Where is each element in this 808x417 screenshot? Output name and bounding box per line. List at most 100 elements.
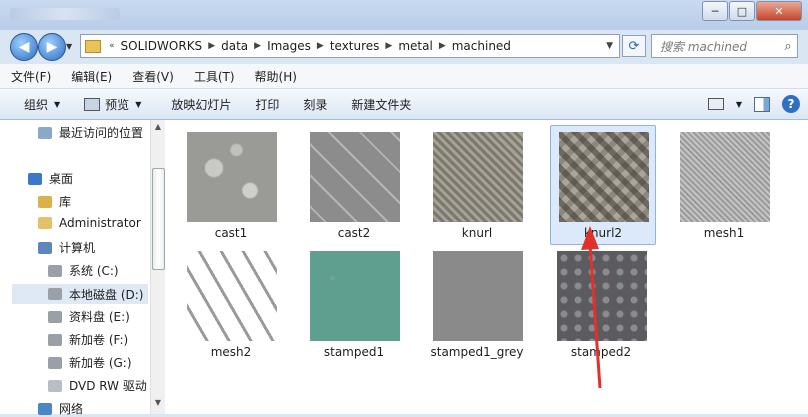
file-item[interactable]: stamped2 bbox=[549, 245, 653, 363]
file-item-selected[interactable]: knurl2 bbox=[550, 125, 656, 245]
sidebar-item-network[interactable]: 网络 bbox=[38, 400, 83, 417]
sidebar-item-computer[interactable]: 计算机 bbox=[38, 239, 95, 256]
sidebar-item-label: 资料盘 (E:) bbox=[69, 310, 130, 324]
maximize-button[interactable]: □ bbox=[729, 1, 755, 21]
desktop-icon bbox=[28, 172, 42, 185]
preview-label: 预览 bbox=[105, 97, 130, 112]
recent-places-icon bbox=[38, 126, 52, 139]
file-item[interactable]: stamped1_grey bbox=[425, 245, 529, 363]
file-item[interactable]: mesh1 bbox=[672, 126, 776, 244]
slideshow-button[interactable]: 放映幻灯片 bbox=[153, 89, 243, 119]
sidebar-item-label: 新加卷 (G:) bbox=[69, 356, 132, 370]
sidebar-item-drive-f[interactable]: 新加卷 (F:) bbox=[48, 331, 128, 348]
user-folder-icon bbox=[38, 217, 52, 229]
sidebar-item-desktop[interactable]: 桌面 bbox=[28, 170, 73, 187]
scroll-up-icon[interactable]: ▲ bbox=[152, 122, 164, 136]
file-name: cast2 bbox=[337, 226, 371, 240]
network-icon bbox=[38, 402, 52, 415]
folder-icon bbox=[85, 39, 101, 53]
menu-edit[interactable]: 编辑(E) bbox=[60, 68, 121, 85]
preview-pane-icon[interactable] bbox=[754, 96, 770, 112]
file-name: knurl2 bbox=[583, 226, 623, 240]
address-dropdown[interactable]: ▼ bbox=[600, 41, 619, 51]
breadcrumb-machined[interactable]: machined bbox=[448, 39, 515, 53]
minimize-button[interactable]: ─ bbox=[702, 1, 728, 21]
sidebar-item-label: 新加卷 (F:) bbox=[69, 333, 129, 347]
drive-icon bbox=[48, 288, 62, 300]
breadcrumb-images[interactable]: Images bbox=[263, 39, 315, 53]
breadcrumb-separator[interactable]: ▶ bbox=[437, 41, 448, 51]
change-view-icon[interactable] bbox=[707, 98, 724, 110]
library-icon bbox=[38, 195, 52, 208]
chevron-down-icon: ▼ bbox=[54, 99, 61, 109]
file-name: mesh1 bbox=[703, 226, 745, 240]
file-name: knurl bbox=[461, 226, 493, 240]
texture-thumbnail bbox=[680, 132, 770, 222]
file-item[interactable]: mesh2 bbox=[179, 245, 283, 363]
sidebar-item-drive-d[interactable]: 本地磁盘 (D:) bbox=[12, 284, 148, 304]
sidebar-item-label: 桌面 bbox=[49, 172, 74, 186]
navigation-pane: 最近访问的位置 桌面 库 Administrator 计算机 系统 (C:) 本… bbox=[0, 120, 151, 417]
breadcrumb-textures[interactable]: textures bbox=[326, 39, 384, 53]
breadcrumb-metal[interactable]: metal bbox=[394, 39, 436, 53]
sidebar-item-administrator[interactable]: Administrator bbox=[38, 216, 141, 230]
breadcrumb-overflow[interactable]: « bbox=[107, 41, 117, 51]
sidebar-item-label: 计算机 bbox=[59, 241, 96, 255]
close-button[interactable]: ✕ bbox=[756, 1, 802, 21]
sidebar-item-drive-c[interactable]: 系统 (C:) bbox=[48, 262, 119, 279]
back-button[interactable]: ◀ bbox=[10, 33, 38, 61]
texture-thumbnail bbox=[557, 251, 647, 341]
sidebar-item-label: 库 bbox=[59, 195, 72, 209]
search-input[interactable]: 搜索 machined ⌕ bbox=[651, 34, 798, 58]
texture-thumbnail bbox=[187, 132, 277, 222]
drive-icon bbox=[48, 264, 62, 277]
breadcrumb-separator[interactable]: ▶ bbox=[252, 41, 263, 51]
search-placeholder: 搜索 machined bbox=[660, 39, 748, 54]
drive-icon bbox=[48, 356, 62, 369]
sidebar-item-dvd[interactable]: DVD RW 驱动 bbox=[48, 377, 147, 394]
window-title bbox=[10, 8, 120, 20]
sidebar-item-library[interactable]: 库 bbox=[38, 193, 71, 210]
recent-pages-dropdown[interactable]: ▼ bbox=[66, 42, 72, 51]
address-bar[interactable]: « SOLIDWORKS ▶ data ▶ Images ▶ textures ▶ me… bbox=[80, 34, 620, 58]
menu-tools[interactable]: 工具(T) bbox=[183, 68, 244, 85]
menu-view[interactable]: 查看(V) bbox=[121, 68, 183, 85]
breadcrumb-data[interactable]: data bbox=[217, 39, 252, 53]
sidebar-item-drive-e[interactable]: 资料盘 (E:) bbox=[48, 308, 130, 325]
sidebar-item-recent[interactable]: 最近访问的位置 bbox=[38, 124, 143, 141]
organize-button[interactable]: 组织 ▼ bbox=[0, 89, 72, 119]
sidebar-item-drive-g[interactable]: 新加卷 (G:) bbox=[48, 354, 132, 371]
texture-thumbnail bbox=[310, 251, 400, 341]
file-item[interactable]: cast1 bbox=[179, 126, 283, 244]
navigation-bar: ◀ ▶ ▼ « SOLIDWORKS ▶ data ▶ Images ▶ textur… bbox=[0, 30, 808, 62]
texture-thumbnail bbox=[310, 132, 400, 222]
scroll-down-icon[interactable]: ▼ bbox=[152, 398, 164, 412]
help-icon[interactable]: ? bbox=[782, 95, 800, 113]
preview-button[interactable]: 预览 ▼ bbox=[72, 89, 153, 119]
file-item[interactable]: cast2 bbox=[302, 126, 406, 244]
refresh-icon[interactable]: ⟳ bbox=[622, 35, 646, 57]
menu-file[interactable]: 文件(F) bbox=[0, 68, 60, 85]
search-icon[interactable]: ⌕ bbox=[779, 39, 797, 54]
menu-help[interactable]: 帮助(H) bbox=[244, 68, 306, 85]
menu-bar: 文件(F) 编辑(E) 查看(V) 工具(T) 帮助(H) bbox=[0, 64, 808, 89]
drive-icon bbox=[48, 333, 62, 346]
file-item[interactable]: knurl bbox=[425, 126, 529, 244]
print-button[interactable]: 打印 bbox=[243, 89, 291, 119]
breadcrumb-separator[interactable]: ▶ bbox=[315, 41, 326, 51]
sidebar-item-label: 网络 bbox=[59, 402, 84, 416]
sidebar-scrollbar[interactable]: ▲ ▼ bbox=[150, 120, 165, 414]
sidebar-item-label: DVD RW 驱动 bbox=[69, 379, 147, 393]
chevron-down-icon[interactable]: ▼ bbox=[736, 100, 742, 109]
burn-button[interactable]: 刻录 bbox=[291, 89, 339, 119]
forward-button[interactable]: ▶ bbox=[38, 33, 66, 61]
new-folder-button[interactable]: 新建文件夹 bbox=[339, 89, 423, 119]
breadcrumb-separator[interactable]: ▶ bbox=[206, 41, 217, 51]
file-item[interactable]: stamped1 bbox=[302, 245, 406, 363]
breadcrumb-separator[interactable]: ▶ bbox=[383, 41, 394, 51]
breadcrumb-solidworks[interactable]: SOLIDWORKS bbox=[117, 39, 207, 53]
computer-icon bbox=[38, 241, 52, 254]
scrollbar-thumb[interactable] bbox=[152, 168, 165, 270]
dvd-drive-icon bbox=[48, 379, 62, 392]
file-name: stamped1 bbox=[323, 345, 385, 359]
